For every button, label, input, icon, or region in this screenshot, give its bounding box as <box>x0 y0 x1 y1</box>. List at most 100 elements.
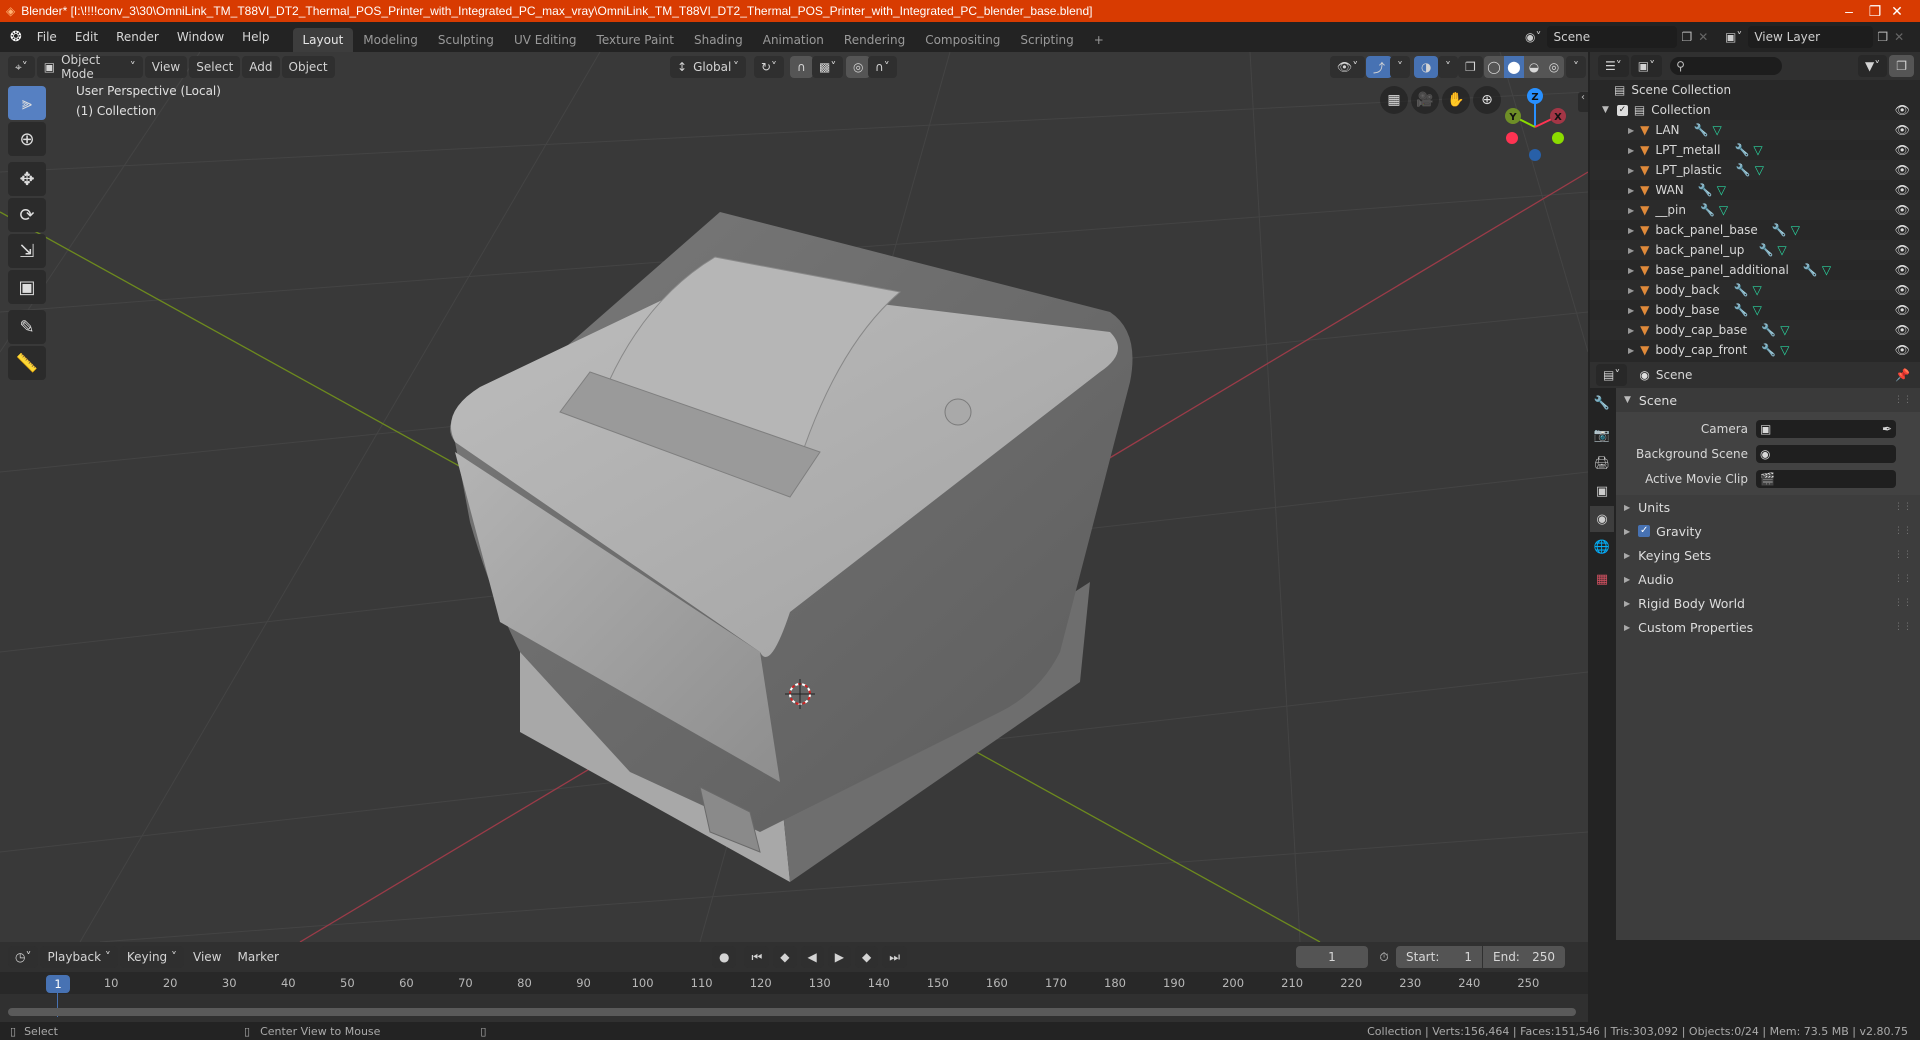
new-view-layer-icon[interactable]: ❐ <box>1877 30 1888 44</box>
outliner-object-row[interactable]: ▶ ▼ back_panel_base 🔧 ▽ 👁 <box>1590 220 1920 240</box>
modifier-wrench-icon[interactable]: 🔧 <box>1734 303 1749 317</box>
outliner-object-row[interactable]: ▶ ▼ body_base 🔧 ▽ 👁 <box>1590 300 1920 320</box>
rendered-shading-icon[interactable]: ◎ <box>1544 56 1564 78</box>
audio-panel-header[interactable]: ▶ Audio ⋮⋮ <box>1616 567 1920 591</box>
3d-viewport[interactable]: User Perspective (Local) (1) Collection … <box>0 52 1588 942</box>
display-mode-button[interactable]: ▣˅ <box>1630 55 1663 77</box>
scene-collection-row[interactable]: ▤ Scene Collection <box>1590 80 1920 100</box>
drag-handle-icon[interactable]: ⋮⋮ <box>1894 550 1912 560</box>
tab-compositing[interactable]: Compositing <box>915 28 1010 52</box>
menu-add[interactable]: Add <box>242 56 280 78</box>
transform-orientation-selector[interactable]: ↕ Global ˅ <box>670 56 746 78</box>
expand-triangle-icon[interactable]: ▶ <box>1628 286 1634 295</box>
view-layer-selector[interactable]: ▣˅ View Layer ❐ ✕ <box>1725 26 1904 48</box>
menu-render[interactable]: Render <box>107 26 168 48</box>
outliner-object-row[interactable]: ▶ ▼ __pin 🔧 ▽ 👁 <box>1590 200 1920 220</box>
mesh-data-icon[interactable]: ▽ <box>1753 283 1762 297</box>
outliner-object-row[interactable]: ▶ ▼ back_panel_up 🔧 ▽ 👁 <box>1590 240 1920 260</box>
drag-handle-icon[interactable]: ⋮⋮ <box>1894 526 1912 536</box>
editor-type-button[interactable]: ⌖˅ <box>8 56 35 78</box>
eye-icon[interactable]: 👁 <box>1895 303 1910 317</box>
select-box-tool[interactable]: ⫸ <box>8 86 46 120</box>
cursor-tool[interactable]: ⊕ <box>8 122 46 156</box>
tab-modeling[interactable]: Modeling <box>353 28 428 52</box>
expand-triangle-icon[interactable]: ▶ <box>1628 126 1634 135</box>
remove-view-layer-icon[interactable]: ✕ <box>1894 30 1904 44</box>
expand-triangle-icon[interactable]: ▶ <box>1628 306 1634 315</box>
outliner-object-row[interactable]: ▶ ▼ LPT_plastic 🔧 ▽ 👁 <box>1590 160 1920 180</box>
mesh-data-icon[interactable]: ▽ <box>1753 303 1762 317</box>
outliner-object-row[interactable]: ▶ ▼ base_panel_additional 🔧 ▽ 👁 <box>1590 260 1920 280</box>
rigid-body-world-panel-header[interactable]: ▶ Rigid Body World ⋮⋮ <box>1616 591 1920 615</box>
tab-texture-paint[interactable]: Texture Paint <box>587 28 684 52</box>
expand-triangle-icon[interactable]: ▶ <box>1628 186 1634 195</box>
pan-hand-icon[interactable]: ✋ <box>1442 86 1470 114</box>
new-collection-button[interactable]: ❐ <box>1889 55 1914 77</box>
eye-icon[interactable]: 👁 <box>1895 243 1910 257</box>
tool-tab[interactable]: 🔧 <box>1590 390 1614 416</box>
selectability-visibility-button[interactable]: 👁˅ <box>1330 56 1366 78</box>
expand-triangle-icon[interactable]: ▶ <box>1628 326 1634 335</box>
collapse-triangle-icon[interactable]: ▼ <box>1602 105 1609 115</box>
menu-view[interactable]: View <box>144 56 188 78</box>
properties-editor-type-button[interactable]: ▤˅ <box>1596 364 1628 386</box>
snap-toggle[interactable]: ∩ <box>790 56 813 78</box>
modifier-wrench-icon[interactable]: 🔧 <box>1700 203 1715 217</box>
tab-uv-editing[interactable]: UV Editing <box>504 28 587 52</box>
gravity-checkbox[interactable]: ✓ <box>1638 525 1651 537</box>
mesh-data-icon[interactable]: ▽ <box>1719 203 1728 217</box>
gizmo-options-button[interactable]: ˅ <box>1390 56 1410 78</box>
expand-triangle-icon[interactable]: ▶ <box>1628 146 1634 155</box>
scene-name-field[interactable]: Scene <box>1547 26 1678 48</box>
solid-shading-icon[interactable]: ⬤ <box>1504 56 1524 78</box>
filter-button[interactable]: ▼˅ <box>1858 55 1888 77</box>
modifier-wrench-icon[interactable]: 🔧 <box>1734 283 1749 297</box>
close-button[interactable]: ✕ <box>1874 0 1920 22</box>
overlays-options-button[interactable]: ˅ <box>1438 56 1458 78</box>
eye-icon[interactable]: 👁 <box>1895 263 1910 277</box>
tab-sculpting[interactable]: Sculpting <box>428 28 504 52</box>
xray-toggle[interactable]: ❐ <box>1458 56 1483 78</box>
scene-panel-header[interactable]: ▼ Scene ⋮⋮ <box>1616 388 1920 412</box>
modifier-wrench-icon[interactable]: 🔧 <box>1761 323 1776 337</box>
expand-triangle-icon[interactable]: ▶ <box>1628 166 1634 175</box>
outliner-object-row[interactable]: ▶ ▼ LAN 🔧 ▽ 👁 <box>1590 120 1920 140</box>
eye-icon[interactable]: 👁 <box>1895 283 1910 297</box>
eye-icon[interactable]: 👁 <box>1895 123 1910 137</box>
sidebar-toggle-icon[interactable]: ‹ <box>1578 92 1588 112</box>
tab-shading[interactable]: Shading <box>684 28 753 52</box>
add-workspace-button[interactable]: + <box>1084 28 1114 52</box>
modifier-wrench-icon[interactable]: 🔧 <box>1734 143 1749 157</box>
eye-icon[interactable]: 👁 <box>1895 163 1910 177</box>
blender-menu-icon[interactable]: ❂ <box>10 29 22 45</box>
world-tab[interactable]: 🌐 <box>1590 534 1614 560</box>
measure-tool[interactable]: 📏 <box>8 346 46 380</box>
expand-triangle-icon[interactable]: ▶ <box>1628 206 1634 215</box>
neg-y-axis-icon[interactable] <box>1552 132 1564 144</box>
mesh-data-icon[interactable]: ▽ <box>1717 183 1726 197</box>
units-panel-header[interactable]: ▶ Units ⋮⋮ <box>1616 495 1920 519</box>
pin-icon[interactable]: 📌 <box>1895 368 1910 382</box>
modifier-wrench-icon[interactable]: 🔧 <box>1761 343 1776 357</box>
outliner-editor-type-button[interactable]: ☰˅ <box>1598 55 1629 77</box>
tab-scripting[interactable]: Scripting <box>1010 28 1083 52</box>
expand-triangle-icon[interactable]: ▶ <box>1628 246 1634 255</box>
tab-layout[interactable]: Layout <box>292 28 354 52</box>
toggle-view-grid-icon[interactable]: ▦ <box>1380 86 1408 114</box>
material-shading-icon[interactable]: ◒ <box>1524 56 1544 78</box>
modifier-wrench-icon[interactable]: 🔧 <box>1736 163 1751 177</box>
outliner-object-row[interactable]: ▶ ▼ body_cap_base 🔧 ▽ 👁 <box>1590 320 1920 340</box>
texture-tab[interactable]: ▦ <box>1590 566 1614 592</box>
outliner-object-row[interactable]: ▶ ▼ body_back 🔧 ▽ 👁 <box>1590 280 1920 300</box>
overlays-toggle[interactable]: ◑ <box>1414 56 1439 78</box>
collection-row[interactable]: ▼ ✓ ▤ Collection 👁 <box>1590 100 1920 120</box>
outliner-object-row[interactable]: ▶ ▼ WAN 🔧 ▽ 👁 <box>1590 180 1920 200</box>
timeline-scrollbar[interactable] <box>8 1008 1576 1016</box>
tab-animation[interactable]: Animation <box>753 28 834 52</box>
pivot-point-button[interactable]: ↻˅ <box>754 56 785 78</box>
gizmo-toggle[interactable]: ⤴ <box>1366 56 1393 78</box>
drag-handle-icon[interactable]: ⋮⋮ <box>1894 598 1912 608</box>
expand-triangle-icon[interactable]: ▶ <box>1628 226 1634 235</box>
menu-help[interactable]: Help <box>233 26 278 48</box>
mesh-data-icon[interactable]: ▽ <box>1753 143 1762 157</box>
